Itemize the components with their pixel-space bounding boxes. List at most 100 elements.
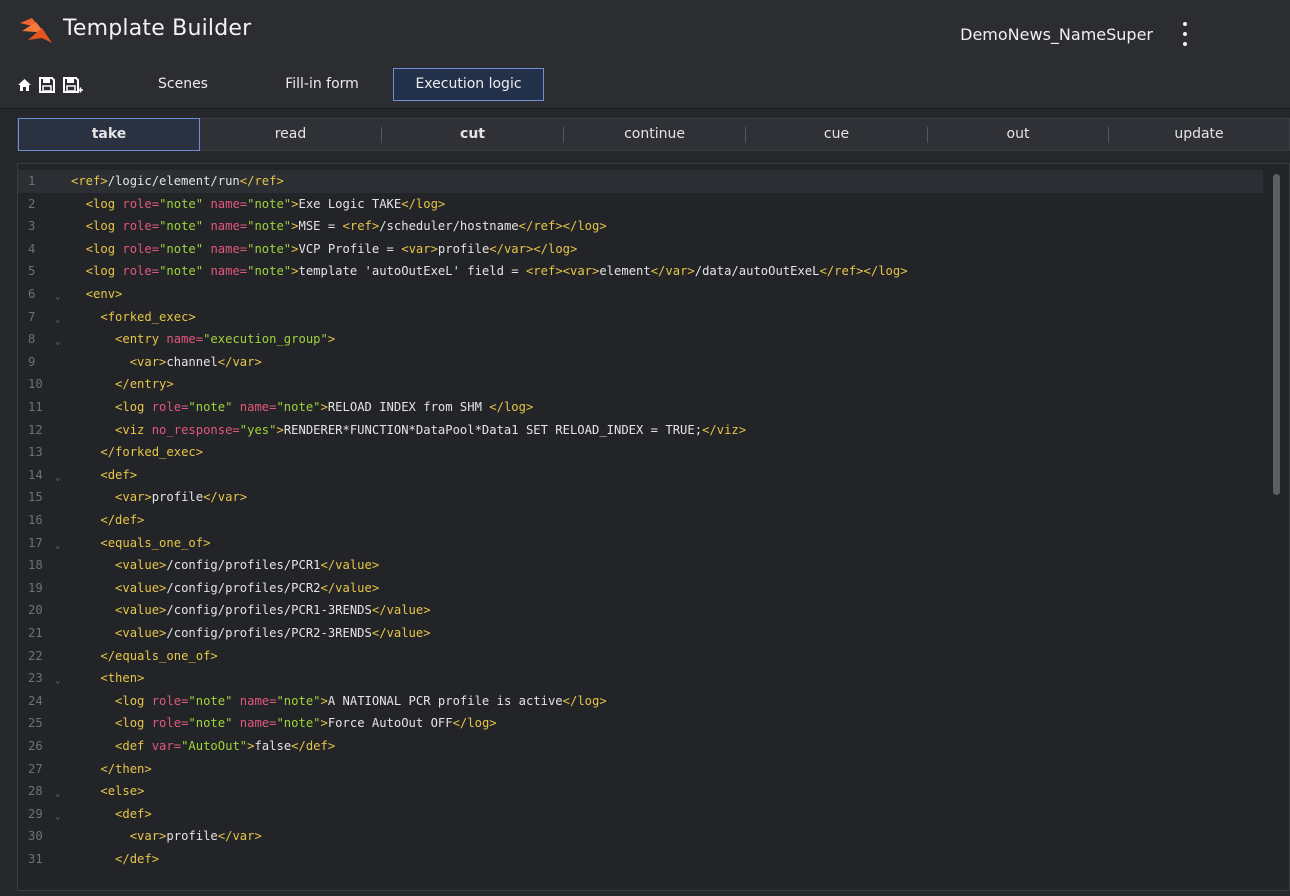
- action-tab-continue[interactable]: continue: [564, 119, 745, 150]
- code-content: A NATIONAL PCR profile is active: [327, 693, 563, 708]
- code-line[interactable]: 5 <log role="note" name="note">template …: [18, 260, 1263, 283]
- code-text: <log role="note" name="note">VCP Profile…: [71, 238, 578, 261]
- code-attribute: role=: [151, 400, 189, 414]
- code-line[interactable]: 25 <log role="note" name="note">Force Au…: [18, 712, 1263, 735]
- code-text: <else>: [71, 780, 144, 803]
- code-line[interactable]: 13 </forked_exec>: [18, 441, 1263, 464]
- code-line[interactable]: 28 ⌄ <else>: [18, 780, 1263, 803]
- code-content: MSE =: [298, 219, 343, 234]
- code-line[interactable]: 29 ⌄ <def>: [18, 803, 1263, 826]
- code-tag: <value>: [115, 626, 167, 640]
- code-tag: </var>: [217, 354, 262, 369]
- code-line[interactable]: 17 ⌄ <equals_one_of>: [18, 532, 1263, 555]
- code-attribute: name=: [210, 264, 248, 279]
- home-icon[interactable]: [17, 76, 32, 94]
- code-line[interactable]: 27 </then>: [18, 758, 1263, 781]
- more-options-icon[interactable]: [1178, 22, 1192, 46]
- line-number: 13: [28, 445, 43, 460]
- action-tab-cut[interactable]: cut: [382, 119, 563, 150]
- code-line[interactable]: 12 <viz no_response="yes">RENDERER*FUNCT…: [18, 419, 1263, 442]
- code-string: "note": [188, 400, 233, 414]
- code-tag: <log: [85, 264, 123, 279]
- code-line[interactable]: 16 </def>: [18, 509, 1263, 532]
- code-text: <viz no_response="yes">RENDERER*FUNCTION…: [71, 419, 746, 442]
- code-content: /config/profiles/PCR2-3RENDS: [166, 626, 372, 640]
- code-attribute: name=: [239, 716, 277, 731]
- code-line[interactable]: 10 </entry>: [18, 373, 1263, 396]
- save-icon[interactable]: [38, 76, 56, 94]
- code-tag: <then>: [100, 671, 145, 686]
- line-number: 3: [28, 219, 36, 234]
- code-text: </then>: [71, 758, 152, 781]
- code-tag: <value>: [115, 580, 167, 595]
- code-line[interactable]: 19 <value>/config/profiles/PCR2</value>: [18, 577, 1263, 600]
- action-tab-take[interactable]: take: [18, 118, 200, 151]
- code-line[interactable]: 18 <value>/config/profiles/PCR1</value>: [18, 554, 1263, 577]
- code-line[interactable]: 2 <log role="note" name="note">Exe Logic…: [18, 193, 1263, 216]
- code-text: <def var="AutoOut">false</def>: [71, 735, 335, 758]
- code-line[interactable]: 11 <log role="note" name="note">RELOAD I…: [18, 396, 1263, 419]
- code-tag: </var>: [217, 829, 262, 844]
- code-line[interactable]: 14 ⌄ <def>: [18, 464, 1263, 487]
- code-line[interactable]: 20 <value>/config/profiles/PCR1-3RENDS</…: [18, 599, 1263, 622]
- code-text: <equals_one_of>: [71, 532, 210, 555]
- code-attribute: name=: [210, 241, 248, 256]
- code-tag: <log: [85, 241, 123, 256]
- code-text: <then>: [71, 667, 144, 690]
- code-string: "note": [159, 241, 204, 256]
- code-content: profile: [151, 490, 204, 505]
- code-line[interactable]: 6 ⌄ <env>: [18, 283, 1263, 306]
- line-number: 4: [28, 241, 36, 256]
- code-line[interactable]: 26 <def var="AutoOut">false</def>: [18, 735, 1263, 758]
- code-line[interactable]: 24 <log role="note" name="note">A NATION…: [18, 690, 1263, 713]
- code-line[interactable]: 23 ⌄ <then>: [18, 667, 1263, 690]
- code-line[interactable]: 9 <var>channel</var>: [18, 351, 1263, 374]
- editor-scrollbar[interactable]: [1273, 174, 1280, 495]
- code-tag: >: [276, 422, 284, 437]
- code-tag: </then>: [100, 761, 152, 776]
- tab-execution-logic[interactable]: Execution logic: [393, 68, 544, 101]
- code-text: <value>/config/profiles/PCR1</value>: [71, 554, 379, 577]
- code-line[interactable]: 15 <var>profile</var>: [18, 486, 1263, 509]
- save-as-icon[interactable]: [62, 76, 84, 94]
- code-tag: <log: [115, 716, 152, 731]
- line-number: 10: [28, 377, 43, 392]
- line-number: 31: [28, 852, 43, 866]
- tab-fill-in-form[interactable]: Fill-in form: [267, 68, 377, 101]
- code-tag: </ref></log>: [518, 219, 607, 234]
- code-content: VCP Profile =: [298, 241, 402, 256]
- action-tab-out[interactable]: out: [928, 119, 1108, 150]
- code-line[interactable]: 4 <log role="note" name="note">VCP Profi…: [18, 238, 1263, 261]
- code-tag: >: [291, 196, 299, 211]
- line-number: 20: [28, 603, 43, 618]
- line-number: 21: [28, 626, 43, 640]
- code-content: [232, 716, 239, 730]
- code-string: "note": [188, 716, 233, 731]
- code-tag: <var>: [129, 354, 167, 369]
- code-attribute: role=: [122, 241, 160, 256]
- tab-scenes[interactable]: Scenes: [146, 68, 220, 101]
- code-tag: </log>: [562, 693, 607, 708]
- code-content: /config/profiles/PCR1-3RENDS: [166, 603, 372, 618]
- code-line[interactable]: 22 </equals_one_of>: [18, 645, 1263, 668]
- code-line[interactable]: 1 <ref>/logic/element/run</ref>: [18, 170, 1263, 193]
- code-text: <def>: [71, 803, 152, 826]
- code-line[interactable]: 8 ⌄ <entry name="execution_group">: [18, 328, 1263, 351]
- code-line[interactable]: 31 </def>: [18, 848, 1263, 871]
- code-editor[interactable]: 1 <ref>/logic/element/run</ref> 2 <log rol…: [17, 163, 1290, 891]
- code-tag: </def>: [291, 739, 336, 753]
- code-line[interactable]: 3 <log role="note" name="note">MSE = <re…: [18, 215, 1263, 238]
- action-tab-cue[interactable]: cue: [746, 119, 927, 150]
- action-tab-update[interactable]: update: [1109, 119, 1289, 150]
- code-line[interactable]: 7 ⌄ <forked_exec>: [18, 306, 1263, 329]
- code-string: "note": [188, 693, 233, 708]
- code-text: </def>: [71, 848, 159, 871]
- code-attribute: name=: [166, 332, 204, 347]
- code-line[interactable]: 21 <value>/config/profiles/PCR2-3RENDS</…: [18, 622, 1263, 645]
- line-number: 9: [28, 354, 36, 369]
- code-line[interactable]: 30 <var>profile</var>: [18, 825, 1263, 848]
- line-number: 22: [28, 648, 43, 663]
- action-tab-read[interactable]: read: [200, 119, 381, 150]
- code-text: <value>/config/profiles/PCR2-3RENDS</val…: [71, 622, 431, 645]
- code-content: profile: [166, 829, 218, 844]
